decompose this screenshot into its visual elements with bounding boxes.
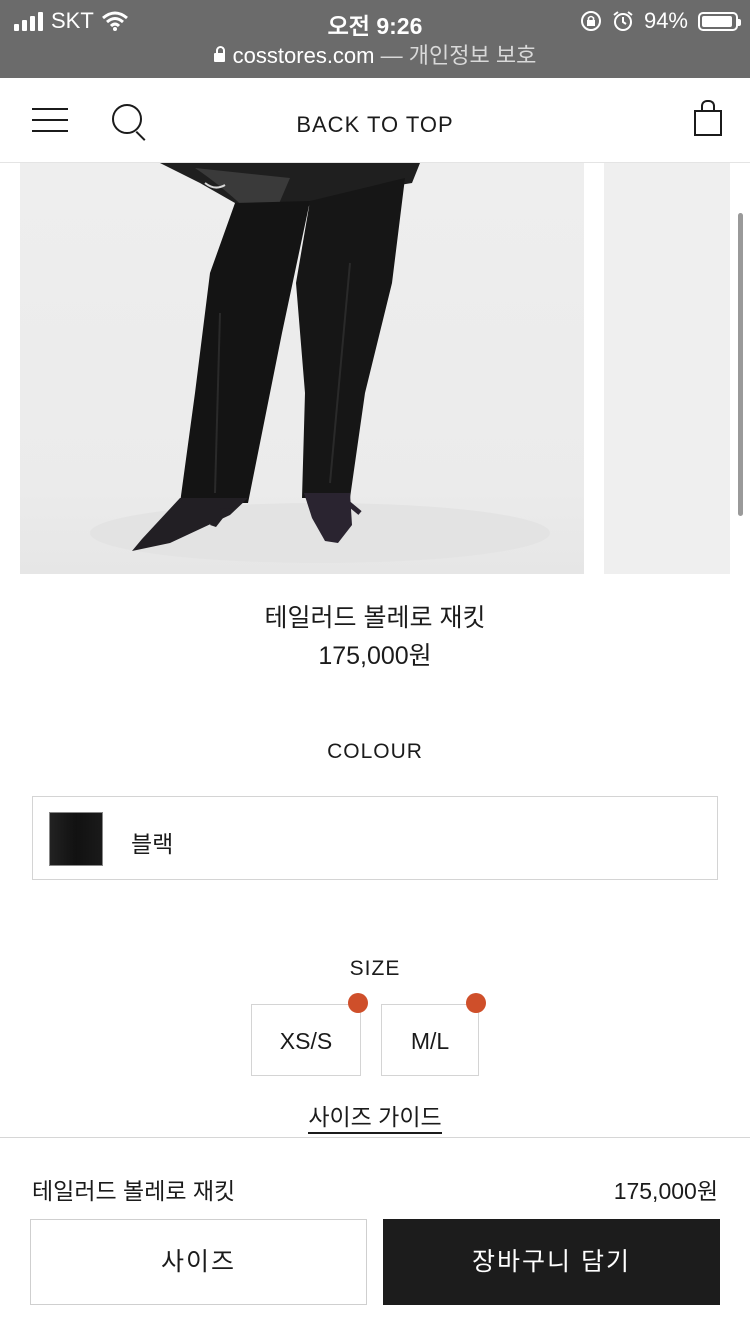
size-heading: SIZE — [349, 957, 401, 980]
battery-icon — [698, 11, 741, 31]
next-product-image[interactable] — [604, 163, 730, 574]
alarm-icon — [613, 11, 633, 31]
product-image[interactable] — [20, 163, 584, 574]
colour-swatch — [49, 812, 103, 866]
product-gallery[interactable] — [0, 163, 750, 574]
battery-fill — [702, 15, 732, 27]
url-bar[interactable]: cosstores.com — 개인정보 보호 — [0, 38, 750, 70]
sticky-product-price: 175,000원 — [613, 1178, 718, 1204]
colour-name: 블랙 — [131, 831, 174, 857]
model-photo — [90, 163, 550, 563]
lock-icon — [213, 46, 225, 62]
url-privacy-label: 개인정보 보호 — [408, 43, 537, 68]
size-guide-wrapper: 사이즈 가이드 — [0, 1098, 750, 1134]
url-domain: cosstores.com — [232, 43, 375, 68]
page-scrollbar[interactable] — [738, 213, 743, 516]
status-bar: SKT 오전 9:26 94% cosstores.com — 개인정보 보호 — [0, 0, 750, 78]
shopping-bag-icon[interactable] — [694, 100, 722, 136]
status-right: 94% — [580, 8, 741, 34]
back-to-top-link[interactable]: BACK TO TOP — [296, 112, 453, 137]
product-title: 테일러드 볼레로 재킷 — [264, 604, 486, 632]
site-header: BACK TO TOP — [0, 78, 750, 163]
sticky-purchase-bar: 테일러드 볼레로 재킷 175,000원 사이즈 장바구니 담기 — [0, 1137, 750, 1335]
size-option-xs-s[interactable]: XS/S — [251, 1004, 361, 1076]
back-to-top-wrapper: BACK TO TOP — [0, 112, 750, 138]
add-to-cart-button[interactable]: 장바구니 담기 — [383, 1219, 720, 1305]
select-size-button[interactable]: 사이즈 — [30, 1219, 367, 1305]
sticky-product-name: 테일러드 볼레로 재킷 — [32, 1178, 236, 1204]
size-guide-link[interactable]: 사이즈 가이드 — [308, 1104, 442, 1134]
size-availability-dot — [348, 993, 368, 1013]
size-availability-dot — [466, 993, 486, 1013]
size-option-m-l[interactable]: M/L — [381, 1004, 479, 1076]
battery-percent: 94% — [643, 8, 688, 33]
url-separator: — — [380, 43, 403, 68]
rotation-lock-icon — [580, 11, 601, 31]
colour-selector[interactable]: 블랙 — [32, 796, 718, 880]
product-price: 175,000원 — [318, 642, 432, 670]
colour-heading: COLOUR — [327, 740, 423, 763]
